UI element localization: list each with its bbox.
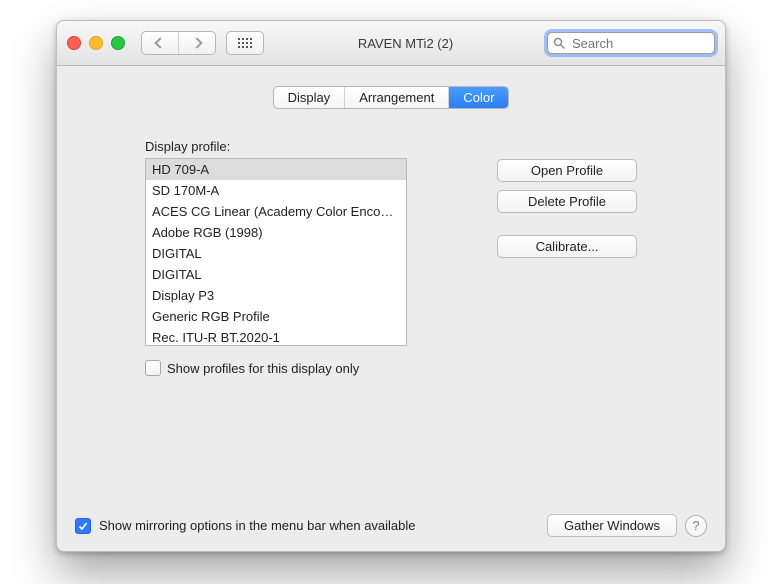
list-item[interactable]: Display P3 <box>146 285 406 306</box>
help-button[interactable]: ? <box>685 515 707 537</box>
back-button[interactable] <box>142 32 179 54</box>
show-profiles-display-only-checkbox[interactable] <box>145 360 161 376</box>
minimize-window-button[interactable] <box>89 36 103 50</box>
help-icon: ? <box>692 518 699 533</box>
display-profile-label: Display profile: <box>145 139 410 154</box>
search-icon <box>553 37 565 49</box>
forward-button[interactable] <box>179 32 215 54</box>
close-window-button[interactable] <box>67 36 81 50</box>
tab-arrangement[interactable]: Arrangement <box>345 87 449 108</box>
list-item[interactable]: Adobe RGB (1998) <box>146 222 406 243</box>
window-footer: Show mirroring options in the menu bar w… <box>57 502 725 551</box>
list-item[interactable]: HD 709-A <box>146 159 406 180</box>
list-item[interactable]: Rec. ITU-R BT.2020-1 <box>146 327 406 346</box>
color-pane: Display profile: HD 709-A SD 170M-A ACES… <box>75 139 707 346</box>
grid-icon <box>238 38 252 48</box>
gather-windows-button[interactable]: Gather Windows <box>547 514 677 537</box>
calibrate-button[interactable]: Calibrate... <box>497 235 637 258</box>
nav-back-forward <box>141 31 216 55</box>
tab-bar: Display Arrangement Color <box>75 86 707 109</box>
show-all-button[interactable] <box>226 31 264 55</box>
list-item[interactable]: Generic RGB Profile <box>146 306 406 327</box>
chevron-left-icon <box>154 37 165 48</box>
mirroring-checkbox[interactable] <box>75 518 91 534</box>
delete-profile-button[interactable]: Delete Profile <box>497 190 637 213</box>
window-body: Display Arrangement Color Display profil… <box>57 66 725 390</box>
mirroring-label: Show mirroring options in the menu bar w… <box>99 518 416 533</box>
window-controls <box>67 36 125 50</box>
chevron-right-icon <box>191 37 202 48</box>
window-title: RAVEN MTi2 (2) <box>274 36 537 51</box>
list-item[interactable]: DIGITAL <box>146 243 406 264</box>
list-item[interactable]: ACES CG Linear (Academy Color Encoding S… <box>146 201 406 222</box>
list-item[interactable]: SD 170M-A <box>146 180 406 201</box>
list-item[interactable]: DIGITAL <box>146 264 406 285</box>
display-profile-list[interactable]: HD 709-A SD 170M-A ACES CG Linear (Acade… <box>145 158 407 346</box>
search-field-wrap <box>547 32 715 54</box>
open-profile-button[interactable]: Open Profile <box>497 159 637 182</box>
show-profiles-display-only-row: Show profiles for this display only <box>75 360 707 376</box>
zoom-window-button[interactable] <box>111 36 125 50</box>
window-toolbar: RAVEN MTi2 (2) <box>57 21 725 66</box>
tab-color[interactable]: Color <box>449 87 508 108</box>
preferences-window: RAVEN MTi2 (2) Display Arrangement Color… <box>56 20 726 552</box>
show-profiles-display-only-label: Show profiles for this display only <box>167 361 359 376</box>
tab-display[interactable]: Display <box>274 87 346 108</box>
search-input[interactable] <box>547 32 715 54</box>
